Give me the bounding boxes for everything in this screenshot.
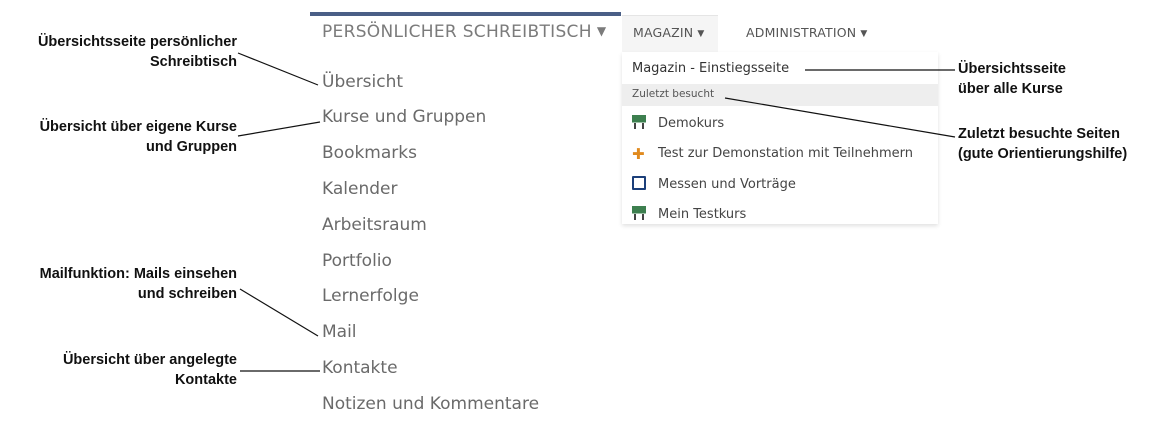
annotation-line: Übersichtsseite persönlicher — [37, 34, 237, 50]
leader-line-recent — [724, 97, 956, 138]
annotation-line: Übersicht über angelegte — [62, 352, 237, 368]
annotation-line: Übersichtsseite — [958, 61, 1066, 77]
leader-line-overview — [237, 52, 319, 86]
annotation-line: Schreibtisch — [149, 54, 237, 70]
leader-line-courses — [237, 121, 321, 137]
leader-line-mail — [239, 288, 319, 337]
annotation-line: Übersicht über eigene Kurse — [39, 119, 237, 135]
annotation-line: Mailfunktion: Mails einsehen — [39, 266, 237, 282]
annotation-line: (gute Orientierungshilfe) — [958, 146, 1128, 162]
annotation-overview-desk: Übersichtsseite persönlicher Schreibtisc… — [38, 32, 237, 72]
annotation-all-courses: Übersichtsseite über alle Kurse — [958, 59, 1066, 99]
annotation-line: und schreiben — [137, 286, 237, 302]
annotation-recent-pages: Zuletzt besuchte Seiten (gute Orientieru… — [958, 124, 1127, 164]
annotation-line: über alle Kurse — [958, 81, 1063, 97]
annotation-contacts: Übersicht über angelegte Kontakte — [63, 350, 237, 390]
annotation-line: Kontakte — [174, 372, 237, 388]
annotation-mail: Mailfunktion: Mails einsehen und schreib… — [40, 264, 237, 304]
annotation-line: und Gruppen — [145, 139, 237, 155]
annotation-line: Zuletzt besuchte Seiten — [958, 126, 1120, 142]
annotation-courses-groups: Übersicht über eigene Kurse und Gruppen — [40, 117, 237, 157]
